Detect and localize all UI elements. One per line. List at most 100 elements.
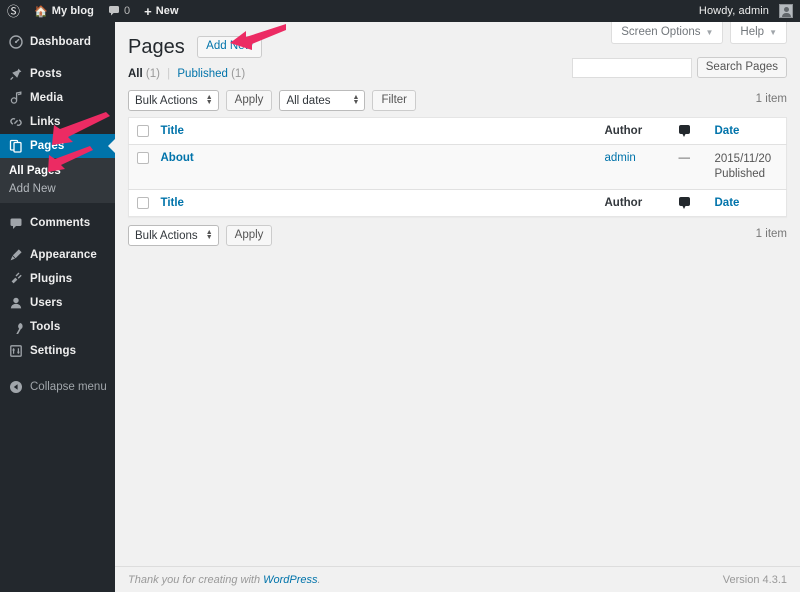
date-filter-select[interactable]: All dates ▲ ▼ [279, 90, 366, 111]
comment-bubble-icon [678, 197, 690, 210]
sidebar-item-label: Pages [30, 140, 65, 152]
row-title-cell: About [153, 145, 597, 190]
screen-meta-links: Screen Options ▼ Help ▼ [611, 22, 787, 44]
column-header-date-label: Date [714, 125, 740, 137]
comment-bubble-icon [678, 125, 690, 137]
sidebar-item-label: Dashboard [30, 36, 91, 48]
submenu-item-all-pages[interactable]: All Pages [0, 162, 115, 180]
comments-count: 0 [123, 5, 131, 17]
date-filter-value: All dates [286, 94, 331, 107]
help-tab[interactable]: Help ▼ [730, 22, 787, 44]
view-link-published[interactable]: Published [177, 68, 228, 80]
row-author-link[interactable]: admin [605, 152, 636, 164]
table-footer-row: Title Author Date [128, 189, 787, 217]
sidebar-item-tools[interactable]: Tools [0, 315, 115, 339]
sidebar-item-plugins[interactable]: Plugins [0, 267, 115, 291]
collapse-menu-button[interactable]: Collapse menu [0, 375, 115, 399]
filter-button[interactable]: Filter [372, 90, 416, 111]
comment-bubble-icon [108, 4, 120, 19]
avatar-icon [779, 4, 793, 18]
howdy-label: Howdy, admin [698, 5, 769, 17]
view-count-published: (1) [231, 68, 246, 80]
sidebar-item-label: Tools [30, 321, 61, 333]
column-header-date[interactable]: Date [706, 117, 787, 146]
table-header-row: Title Author Date [128, 117, 787, 146]
select-all-header [128, 117, 153, 146]
select-all-checkbox-footer[interactable] [137, 197, 149, 210]
stepper-arrows-icon: ▲ ▼ [205, 93, 213, 106]
row-comments-value: — [678, 152, 691, 165]
sidebar-item-label: Media [30, 92, 64, 104]
tablenav-top: Bulk Actions ▲ ▼ Apply All dates ▲ ▼ Filte… [128, 90, 787, 111]
select-all-checkbox[interactable] [137, 125, 149, 137]
appearance-brush-icon [9, 248, 23, 262]
search-box: Search Pages [571, 57, 787, 78]
apply-button-top[interactable]: Apply [225, 90, 273, 111]
settings-sliders-icon [9, 344, 23, 358]
plugins-plug-icon [9, 272, 23, 286]
sidebar-item-comments[interactable]: Comments [0, 211, 115, 235]
column-header-author[interactable]: Author [596, 117, 671, 146]
admin-content-area: Screen Options ▼ Help ▼ Pages Add New Al… [115, 22, 800, 592]
wordpress-logo-menu[interactable]: Ⓢ [0, 0, 27, 22]
submenu-item-add-new[interactable]: Add New [0, 180, 115, 198]
sidebar-item-appearance[interactable]: Appearance [0, 243, 115, 267]
column-header-comments[interactable] [670, 117, 707, 146]
column-footer-title[interactable]: Title [152, 189, 597, 217]
view-link-all[interactable]: All [128, 68, 143, 80]
footer-thanks-prefix: Thank you for creating with [128, 573, 264, 586]
chevron-down-icon: ▼ [705, 27, 714, 37]
sidebar-spacer-top [0, 22, 115, 30]
column-header-author-label: Author [604, 125, 643, 137]
sidebar-item-label: Plugins [30, 273, 73, 285]
sidebar-item-label: Appearance [30, 249, 97, 261]
tablenav-bottom: Bulk Actions ▲ ▼ Apply 1 item [128, 225, 787, 247]
sidebar-item-media[interactable]: Media [0, 86, 115, 110]
comment-bubble-icon [9, 216, 23, 230]
sidebar-item-label: Users [30, 297, 63, 309]
help-label: Help [740, 26, 765, 38]
stepper-arrows-icon: ▲ ▼ [205, 228, 213, 241]
screen-options-tab[interactable]: Screen Options ▼ [611, 22, 724, 44]
users-icon [9, 296, 23, 310]
my-account-menu[interactable]: Howdy, admin [692, 0, 800, 22]
row-date-cell: 2015/11/20 Published [707, 145, 787, 190]
item-count-top: 1 item [755, 93, 787, 105]
search-input[interactable] [571, 57, 692, 78]
apply-button-bottom[interactable]: Apply [225, 225, 273, 247]
new-label: New [155, 5, 179, 17]
search-pages-button[interactable]: Search Pages [696, 57, 787, 78]
wordpress-link[interactable]: WordPress [263, 574, 317, 586]
footer-thanks-suffix: . [317, 573, 321, 586]
pin-icon [9, 67, 23, 81]
column-header-title[interactable]: Title [152, 117, 597, 146]
sidebar-item-dashboard[interactable]: Dashboard [0, 30, 115, 54]
bulk-actions-select-top[interactable]: Bulk Actions ▲ ▼ [128, 90, 219, 111]
row-title-link[interactable]: About [161, 152, 194, 164]
sidebar-item-label: Links [30, 116, 61, 128]
site-name-menu[interactable]: 🏠 My blog [27, 0, 101, 22]
row-checkbox-cell [129, 145, 153, 190]
footer-version: Version 4.3.1 [722, 573, 787, 586]
sidebar-item-settings[interactable]: Settings [0, 339, 115, 363]
site-name-label: My blog [51, 5, 94, 17]
sidebar-item-posts[interactable]: Posts [0, 62, 115, 86]
select-all-footer [128, 189, 153, 217]
column-header-title-label: Title [160, 125, 184, 137]
new-content-menu[interactable]: + New [137, 0, 186, 22]
row-select-checkbox[interactable] [137, 152, 149, 165]
column-footer-comments[interactable] [670, 189, 707, 217]
sidebar-item-links[interactable]: Links [0, 110, 115, 134]
dashboard-icon [9, 35, 23, 49]
row-comments-cell: — [671, 145, 707, 190]
column-footer-author-label: Author [604, 197, 643, 210]
bulk-actions-select-bottom[interactable]: Bulk Actions ▲ ▼ [128, 225, 219, 247]
add-new-button[interactable]: Add New [197, 36, 262, 58]
column-footer-date[interactable]: Date [706, 189, 787, 217]
comments-bubble-menu[interactable]: 0 [101, 0, 137, 22]
sidebar-item-pages[interactable]: Pages [0, 134, 116, 158]
column-footer-author[interactable]: Author [596, 189, 671, 217]
row-date-value: 2015/11/20 [714, 153, 772, 166]
sidebar-item-users[interactable]: Users [0, 291, 115, 315]
